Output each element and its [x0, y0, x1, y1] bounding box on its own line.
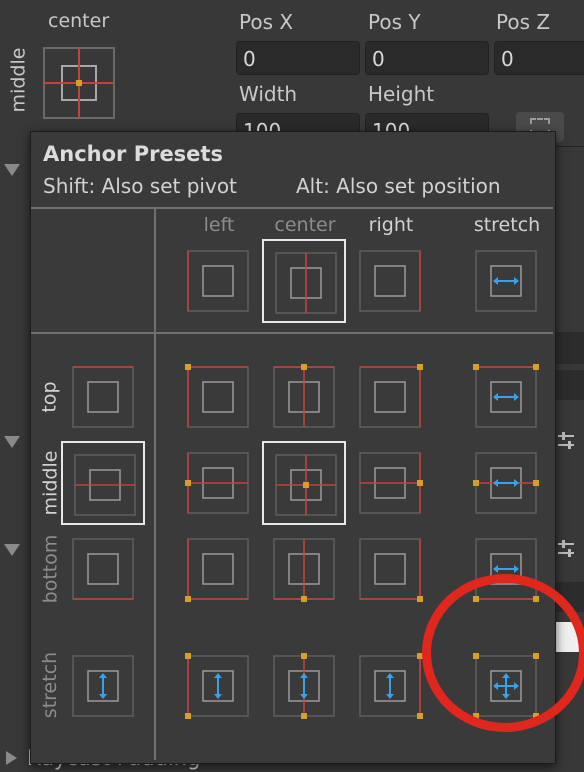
settings-slider-icon[interactable]: [556, 540, 576, 560]
anchor-preset-bottom-right[interactable]: [348, 527, 432, 611]
row-label-bottom: bottom: [39, 534, 61, 604]
anchor-preset-left[interactable]: [176, 239, 260, 323]
column-label-left: left: [203, 214, 235, 236]
anchor-preset-icon: [275, 454, 337, 516]
anchor-preset-icon: [185, 452, 249, 514]
anchor-preset-top-stretch[interactable]: [464, 355, 548, 439]
pos-y-field[interactable]: 0: [365, 41, 489, 75]
shift-hint: Shift: Also set pivot: [43, 174, 237, 198]
anchor-preset-icon: [275, 252, 337, 314]
anchor-preset-icon: [475, 250, 537, 312]
anchor-preset-icon: [359, 653, 423, 719]
anchor-preset-bottom[interactable]: [61, 527, 145, 611]
alt-hint: Alt: Also set position: [296, 174, 501, 198]
anchor-preset-icon: [359, 250, 421, 312]
anchor-preset-icon: [359, 364, 423, 428]
anchor-preset-icon: [187, 250, 249, 312]
anchor-preset-icon: [359, 452, 423, 514]
anchor-preset-stretch-left[interactable]: [176, 644, 260, 728]
row-label-stretch: stretch: [39, 651, 61, 719]
anchor-h-label: center: [48, 10, 110, 32]
anchor-preset-top-right[interactable]: [348, 355, 432, 439]
anchor-preset-top-left[interactable]: [176, 355, 260, 439]
anchor-preset-middle-left[interactable]: [176, 441, 260, 525]
anchor-preset-center[interactable]: [262, 239, 346, 323]
pos-x-label: Pos X: [239, 10, 294, 34]
anchor-preset-middle-stretch[interactable]: [464, 441, 548, 525]
anchor-preset-stretch-right[interactable]: [348, 644, 432, 728]
anchor-preset-bottom-left[interactable]: [176, 527, 260, 611]
anchor-preset-icon: [473, 452, 539, 514]
column-label-center: center: [274, 214, 336, 236]
foldout-arrow-icon[interactable]: [4, 544, 20, 556]
width-label: Width: [239, 82, 298, 106]
anchor-preset-icon: [72, 538, 134, 600]
expand-arrow-icon: [6, 751, 17, 765]
anchor-preset-top[interactable]: [61, 355, 145, 439]
anchor-preset-icon: [473, 653, 539, 719]
anchor-preset-middle-center[interactable]: [262, 441, 346, 525]
anchor-preset-icon: [273, 653, 335, 719]
column-label-right: right: [368, 214, 414, 236]
column-label-stretch: stretch: [473, 214, 541, 236]
pos-x-field[interactable]: 0: [236, 41, 360, 75]
anchor-preset-icon: [473, 538, 539, 602]
anchor-preset-icon: [473, 364, 539, 428]
anchor-preset-top-center[interactable]: [262, 355, 346, 439]
anchor-preset-stretch-stretch[interactable]: [422, 574, 584, 732]
anchor-preset-bottom-stretch[interactable]: [464, 527, 548, 611]
row-label-middle: middle: [39, 450, 62, 516]
row-label-top: top: [39, 381, 62, 413]
height-label: Height: [368, 82, 435, 106]
anchor-preset-middle-right[interactable]: [348, 441, 432, 525]
settings-slider-icon[interactable]: [556, 432, 576, 452]
anchor-preset-icon: [273, 364, 335, 428]
anchor-preset-icon: [185, 653, 249, 719]
anchor-preset-icon: [273, 538, 335, 602]
anchor-preset-button[interactable]: [43, 47, 115, 119]
anchor-preset-stretch[interactable]: [61, 644, 145, 728]
anchor-preset-icon: [185, 364, 249, 428]
popup-title: Anchor Presets: [43, 142, 223, 166]
anchor-preset-icon: [72, 366, 134, 428]
pos-z-label: Pos Z: [496, 10, 551, 34]
pos-y-label: Pos Y: [368, 10, 421, 34]
anchor-preset-right[interactable]: [348, 239, 432, 323]
anchor-preset-icon: [72, 655, 134, 717]
anchor-preset-stretch-center[interactable]: [262, 644, 346, 728]
anchor-v-label: middle: [7, 47, 30, 113]
foldout-arrow-icon[interactable]: [4, 164, 20, 176]
anchor-preset-icon: [359, 538, 423, 602]
anchor-preset-bottom-center[interactable]: [262, 527, 346, 611]
anchor-preset-icon: [74, 454, 136, 516]
foldout-arrow-icon[interactable]: [4, 436, 20, 448]
anchor-preset-icon: [185, 538, 249, 602]
anchor-preset-icon: [43, 47, 115, 119]
anchor-preset-middle[interactable]: [61, 441, 145, 525]
pos-z-field[interactable]: 0: [494, 41, 584, 75]
anchor-preset-stretch[interactable]: [464, 239, 548, 323]
